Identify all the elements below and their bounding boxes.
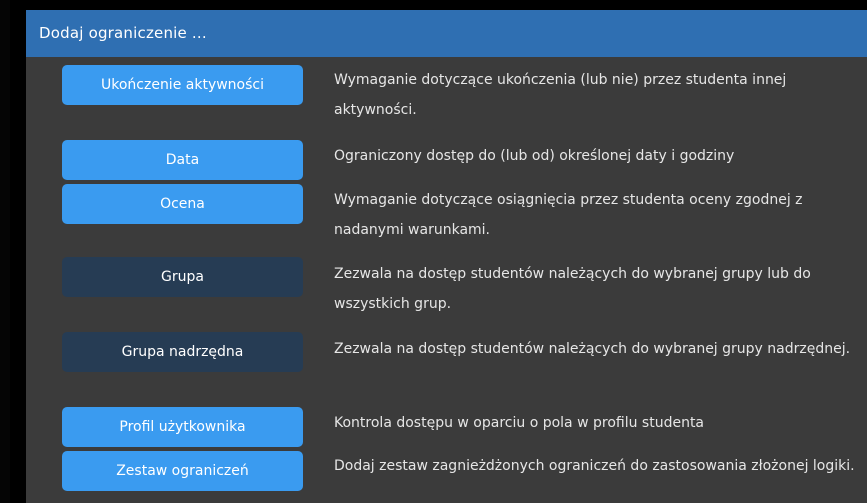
user-profile-button-label: Profil użytkownika bbox=[119, 419, 246, 435]
user-profile-description: Kontrola dostępu w oparciu o pola w prof… bbox=[334, 415, 705, 431]
restriction-set-button-label: Zestaw ograniczeń bbox=[116, 463, 249, 479]
dialog-title: Dodaj ograniczenie ... bbox=[26, 10, 867, 57]
grouping-description: Zezwala na dostęp studentów należących d… bbox=[334, 341, 851, 357]
activity-completion-button-label: Ukończenie aktywności bbox=[100, 77, 264, 93]
grouping-button-label: Grupa nadrzędna bbox=[121, 344, 244, 360]
group-description: Zezwala na dostęp studentów należących d… bbox=[334, 266, 811, 312]
grouping-button[interactable]: Grupa nadrzędna bbox=[62, 332, 303, 372]
group-button-label: Grupa bbox=[161, 269, 204, 285]
grade-button[interactable]: Ocena bbox=[62, 184, 303, 224]
user-profile-button[interactable]: Profil użytkownika bbox=[62, 407, 303, 447]
restriction-set-button[interactable]: Zestaw ograniczeń bbox=[62, 451, 303, 491]
activity-completion-description: Wymaganie dotyczące ukończenia (lub nie)… bbox=[334, 72, 787, 118]
grade-description: Wymaganie dotyczące osiągnięcia przez st… bbox=[334, 192, 803, 238]
date-button-label: Data bbox=[165, 152, 200, 168]
add-restriction-dialog: Dodaj ograniczenie ... Ukończenie aktywn… bbox=[26, 10, 867, 503]
restriction-set-description: Dodaj zestaw zagnieżdżonych ograniczeń d… bbox=[334, 458, 855, 474]
dialog-body: Ukończenie aktywności Wymaganie dotycząc… bbox=[26, 57, 867, 503]
date-description: Ograniczony dostęp do (lub od) określone… bbox=[334, 148, 735, 164]
activity-completion-button[interactable]: Ukończenie aktywności bbox=[62, 65, 303, 105]
date-button[interactable]: Data bbox=[62, 140, 303, 180]
grade-button-label: Ocena bbox=[160, 196, 205, 212]
group-button[interactable]: Grupa bbox=[62, 257, 303, 297]
window-edge bbox=[0, 0, 10, 503]
